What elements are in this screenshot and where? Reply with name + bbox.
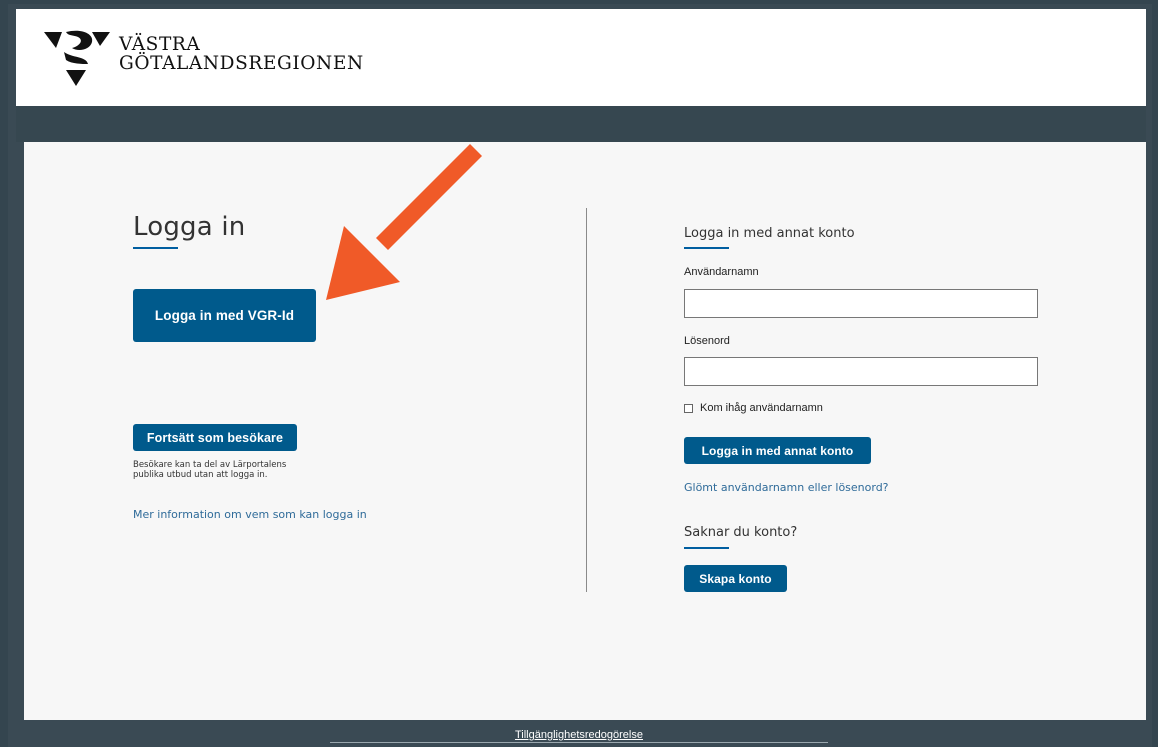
header-band — [16, 106, 1146, 142]
brand-name: VÄSTRA GÖTALANDSREGIONEN — [119, 35, 364, 73]
remember-username-checkbox[interactable] — [684, 403, 693, 413]
other-account-title: Logga in med annat konto — [684, 226, 855, 241]
remember-username-label: Kom ihåg användarnamn — [700, 402, 823, 414]
visitor-note-line-1: Besökare kan ta del av Lärportalens — [133, 460, 287, 470]
vgr-logo-icon — [44, 30, 110, 86]
no-account-underline — [684, 547, 729, 549]
username-input[interactable] — [684, 289, 1038, 318]
arrow-pointer-icon — [326, 143, 483, 300]
create-account-button[interactable]: Skapa konto — [684, 565, 787, 592]
title-underline — [133, 247, 178, 249]
more-info-link[interactable]: Mer information om vem som kan logga in — [133, 508, 367, 521]
vgr-id-login-button[interactable]: Logga in med VGR-Id — [133, 289, 316, 342]
column-divider — [586, 208, 587, 592]
site-header: VÄSTRA GÖTALANDSREGIONEN — [16, 9, 1146, 106]
other-account-login-button[interactable]: Logga in med annat konto — [684, 437, 871, 464]
forgot-credentials-link[interactable]: Glömt användarnamn eller lösenord? — [684, 481, 889, 494]
continue-as-visitor-button[interactable]: Fortsätt som besökare — [133, 424, 297, 451]
remember-username: Kom ihåg användarnamn — [684, 402, 823, 414]
no-account-title: Saknar du konto? — [684, 525, 798, 540]
other-account-heading: Logga in med annat konto — [684, 226, 1044, 249]
brand-line-1: VÄSTRA — [119, 34, 201, 55]
login-panel: Logga in Logga in med VGR-Id Fortsätt so… — [24, 142, 1146, 720]
accessibility-statement-link[interactable]: Tillgänglighetsredogörelse — [330, 728, 828, 743]
password-label: Lösenord — [684, 335, 730, 347]
username-label: Användarnamn — [684, 266, 759, 278]
visitor-note-line-2: publika utbud utan att logga in. — [133, 470, 268, 480]
password-input[interactable] — [684, 357, 1038, 386]
visitor-note: Besökare kan ta del av Lärportalens publ… — [133, 460, 373, 480]
brand-line-2: GÖTALANDSREGIONEN — [119, 53, 364, 74]
other-account-underline — [684, 247, 729, 249]
